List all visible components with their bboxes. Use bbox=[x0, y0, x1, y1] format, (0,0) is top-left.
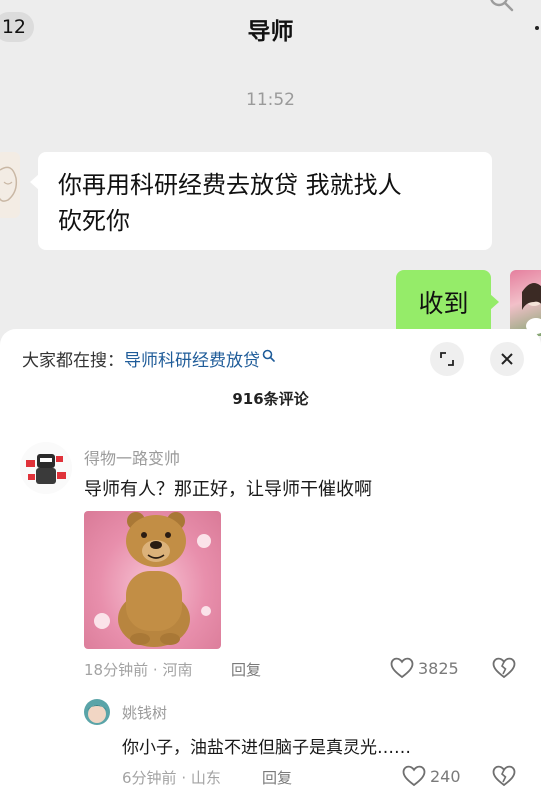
reply-button[interactable]: 回复 bbox=[262, 767, 292, 788]
message-line: 砍死你 bbox=[58, 207, 130, 235]
reply-meta: 6分钟前 · 山东 bbox=[122, 767, 221, 788]
more-menu-icon[interactable] bbox=[535, 26, 539, 30]
reply-text: 你小子，油盐不进但脑子是真灵光…… bbox=[122, 738, 411, 758]
comment-location: 河南 bbox=[162, 661, 193, 679]
chat-title: 导师 bbox=[247, 19, 294, 45]
cartoon-avatar-icon bbox=[87, 705, 107, 723]
broken-heart-icon[interactable] bbox=[492, 657, 516, 679]
trending-search-row[interactable]: 大家都在搜：导师科研经费放贷 bbox=[22, 348, 275, 374]
trending-search-label: 大家都在搜： bbox=[22, 351, 124, 371]
comment-count: 916条评论 bbox=[232, 390, 309, 408]
like-count: 3825 bbox=[418, 659, 459, 678]
commenter-avatar[interactable] bbox=[20, 442, 72, 494]
close-icon bbox=[501, 353, 513, 365]
comment-text: 导师有人？那正好，让导师干催收啊 bbox=[84, 479, 372, 500]
incoming-message-bubble[interactable]: 你再用科研经费去放贷 我就找人 砍死你 bbox=[30, 152, 492, 250]
photo-avatar-icon bbox=[522, 283, 541, 334]
heart-icon[interactable] bbox=[402, 765, 426, 787]
sender-avatar[interactable] bbox=[0, 152, 20, 218]
close-button[interactable] bbox=[490, 342, 524, 376]
comment-meta: 18分钟前 · 河南 bbox=[84, 659, 192, 680]
expand-button[interactable] bbox=[430, 342, 464, 376]
comment-sheet: 大家都在搜：导师科研经费放贷 916条评论 得物一路变帅 导师有人？那正好，让导… bbox=[0, 329, 541, 800]
self-avatar[interactable] bbox=[510, 270, 541, 336]
reply-time: 6分钟前 bbox=[122, 769, 177, 787]
trending-search-term[interactable]: 导师科研经费放贷 bbox=[124, 351, 260, 371]
meta-separator: · bbox=[152, 661, 158, 679]
like-count: 240 bbox=[430, 767, 461, 786]
expand-icon bbox=[440, 352, 454, 366]
reply-button[interactable]: 回复 bbox=[231, 659, 261, 680]
cartoon-avatar-icon bbox=[26, 454, 66, 484]
replier-avatar[interactable] bbox=[84, 699, 110, 725]
meta-separator: · bbox=[181, 769, 187, 787]
bear-sticker-icon bbox=[94, 512, 211, 647]
comment-image[interactable] bbox=[84, 511, 221, 649]
broken-heart-icon[interactable] bbox=[492, 765, 516, 787]
message-line: 你再用科研经费去放贷 我就找人 bbox=[58, 171, 402, 199]
search-icon[interactable] bbox=[488, 0, 514, 12]
sketch-avatar-icon bbox=[0, 166, 18, 202]
heart-icon[interactable] bbox=[390, 657, 414, 679]
search-icon bbox=[262, 349, 275, 362]
comment-time: 18分钟前 bbox=[84, 661, 149, 679]
replier-name[interactable]: 姚钱树 bbox=[122, 702, 167, 723]
reply-location: 山东 bbox=[190, 769, 221, 787]
commenter-name[interactable]: 得物一路变帅 bbox=[84, 445, 180, 469]
message-timestamp: 11:52 bbox=[246, 90, 295, 110]
message-text: 收到 bbox=[418, 289, 469, 318]
